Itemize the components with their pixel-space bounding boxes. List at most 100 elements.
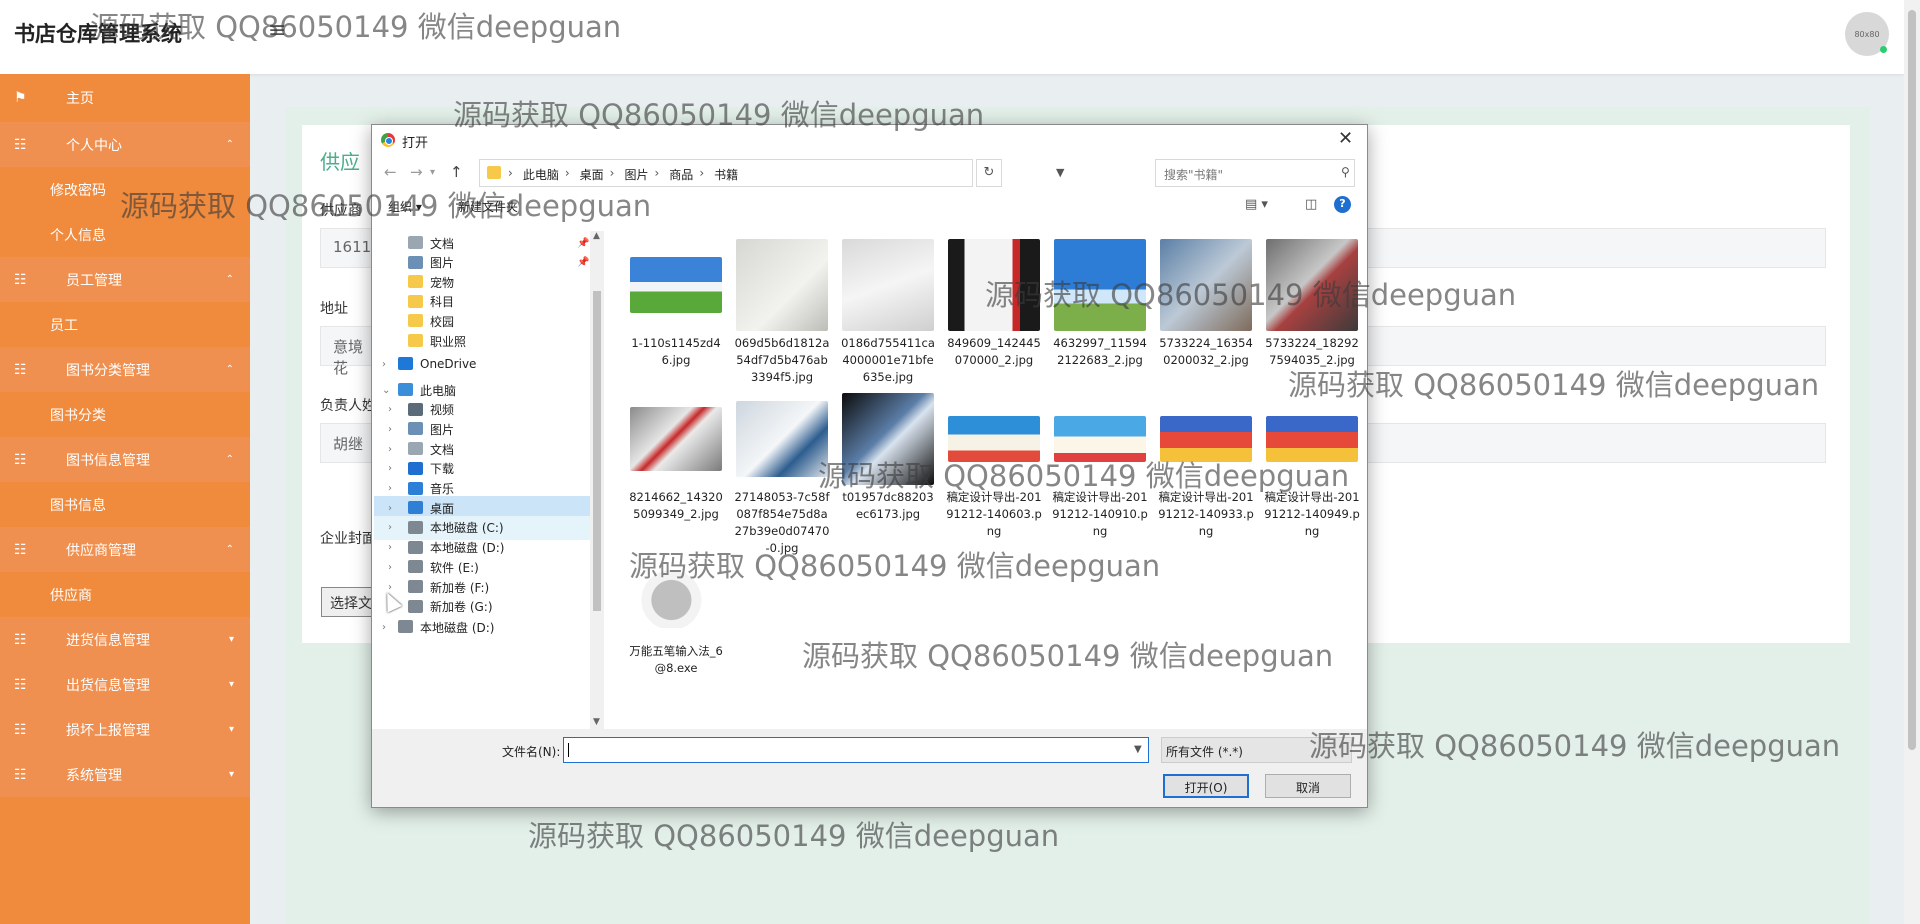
new-folder-button[interactable]: 新建文件夹	[458, 198, 518, 215]
nav-tree-label: OneDrive	[420, 357, 477, 371]
close-icon[interactable]: ✕	[1338, 128, 1353, 149]
chevron-down-icon[interactable]: ⌄	[382, 385, 390, 396]
sidebar-group-label: 供应商管理	[66, 542, 136, 559]
nav-tree-label: 视频	[430, 403, 455, 418]
image-thumbnail	[736, 239, 828, 331]
breadcrumb-item[interactable]: 此电脑	[523, 166, 559, 183]
nav-tree-item[interactable]: › 本地磁盘 (D:)	[374, 615, 592, 639]
chevron-right-icon[interactable]: ›	[388, 444, 392, 455]
search-input[interactable]: 搜索"书籍" ⚲	[1155, 159, 1355, 187]
file-tile[interactable]: 5733224_163540200032_2.jpg	[1156, 239, 1256, 369]
chevron-right-icon: ›	[609, 166, 615, 180]
file-tile[interactable]: 27148053-7c58f087f854e75d8a27b39e0d07470…	[732, 393, 832, 557]
file-tile[interactable]: 1-110s1145zd46.jpg	[626, 239, 726, 369]
chevron-down-icon[interactable]: ▼	[1056, 166, 1064, 179]
picture-icon	[408, 255, 423, 269]
file-tile[interactable]: 稿定设计导出-20191212-140949.png	[1262, 393, 1362, 540]
file-tile[interactable]: 4632997_115942122683_2.jpg	[1050, 239, 1150, 369]
file-tile[interactable]: 069d5b6d1812a54df7d5b476ab3394f5.jpg	[732, 239, 832, 386]
drive-icon	[408, 580, 423, 593]
folder-icon	[408, 334, 423, 347]
file-tile[interactable]: 5733224_182927594035_2.jpg	[1262, 239, 1362, 369]
sidebar-subitem[interactable]: 个人信息	[0, 212, 250, 257]
chevron-right-icon[interactable]: ›	[388, 542, 392, 553]
sidebar-group-3[interactable]: ☷ 图书信息管理 ⌃	[0, 437, 250, 482]
file-tile[interactable]: 稿定设计导出-20191212-140933.png	[1156, 393, 1256, 540]
file-type-select[interactable]: 所有文件 (*.*)	[1161, 737, 1352, 763]
file-tile[interactable]: 0186d755411ca4000001e71bfe635e.jpg	[838, 239, 938, 386]
open-button[interactable]: 打开(O)	[1163, 774, 1249, 798]
sidebar-group-7[interactable]: ☷ 损坏上报管理 ▾	[0, 707, 250, 752]
breadcrumb-item[interactable]: 桌面	[580, 166, 604, 183]
chevron-right-icon[interactable]: ›	[388, 562, 392, 573]
up-arrow-icon[interactable]: ↑	[450, 163, 463, 181]
organize-button[interactable]: 组织 ▾	[388, 198, 422, 215]
chevron-right-icon[interactable]: ›	[388, 503, 392, 514]
file-tile[interactable]: t01957dc88203ec6173.jpg	[838, 393, 938, 523]
pin-icon[interactable]: 📌	[577, 257, 589, 268]
breadcrumb-item[interactable]: 书籍	[714, 166, 738, 183]
recent-dropdown-icon[interactable]: ▾	[430, 167, 435, 178]
file-thumbnail	[736, 393, 828, 485]
sidebar-group-0[interactable]: ☷ 个人中心 ⌃	[0, 122, 250, 167]
nav-tree-item[interactable]: 职业照	[374, 329, 592, 353]
sidebar-group-2[interactable]: ☷ 图书分类管理 ⌃	[0, 347, 250, 392]
sidebar-subitem[interactable]: 图书分类	[0, 392, 250, 437]
breadcrumb-item[interactable]: 图片	[624, 166, 648, 183]
help-icon[interactable]: ?	[1334, 196, 1351, 213]
pin-icon[interactable]: 📌	[577, 238, 589, 249]
file-name: 1-110s1145zd46.jpg	[631, 336, 721, 367]
form-field-right-2[interactable]	[1360, 326, 1826, 366]
file-thumbnail	[948, 393, 1040, 485]
cancel-button[interactable]: 取消	[1265, 774, 1351, 798]
chevron-right-icon[interactable]: ›	[388, 522, 392, 533]
sidebar-subitem[interactable]: 员工	[0, 302, 250, 347]
grid-icon: ☷	[14, 451, 27, 468]
breadcrumb-item[interactable]: 商品	[669, 166, 693, 183]
scroll-thumb[interactable]	[593, 291, 601, 611]
file-thumbnail	[1054, 239, 1146, 331]
forward-arrow-icon[interactable]: →	[410, 163, 423, 181]
file-name: 5733224_182927594035_2.jpg	[1265, 336, 1359, 367]
view-options-icon[interactable]: ▤ ▾	[1245, 197, 1268, 212]
chevron-right-icon[interactable]: ›	[382, 359, 386, 370]
sidebar-group-4[interactable]: ☷ 供应商管理 ⌃	[0, 527, 250, 572]
nav-tree-item[interactable]: › OneDrive	[374, 352, 592, 376]
chevron-right-icon[interactable]: ›	[388, 404, 392, 415]
image-thumbnail	[1266, 239, 1358, 331]
sidebar-group-1[interactable]: ☷ 员工管理 ⌃	[0, 257, 250, 302]
file-tile[interactable]: 稿定设计导出-20191212-140603.png	[944, 393, 1044, 540]
sidebar-item-home[interactable]: ⚑ 主页	[0, 74, 250, 122]
sidebar-group-5[interactable]: ☷ 进货信息管理 ▾	[0, 617, 250, 662]
chevron-right-icon[interactable]: ›	[388, 424, 392, 435]
sidebar-subitem[interactable]: 图书信息	[0, 482, 250, 527]
form-field-right-1[interactable]	[1360, 228, 1826, 268]
nav-scrollbar[interactable]: ▲ ▼	[590, 231, 604, 729]
form-field-right-3[interactable]	[1360, 423, 1826, 463]
scroll-down-icon[interactable]: ▼	[593, 717, 600, 727]
file-tile[interactable]: 8214662_143205099349_2.jpg	[626, 393, 726, 523]
address-bar[interactable]: › 此电脑 › 桌面 › 图片 › 商品 › 书籍 ▼	[479, 159, 1064, 187]
page-scroll-thumb[interactable]	[1908, 10, 1916, 750]
file-tile[interactable]: 稿定设计导出-20191212-140910.png	[1050, 393, 1150, 540]
sidebar-subitem[interactable]: 供应商	[0, 572, 250, 617]
sidebar-subitem[interactable]: 修改密码	[0, 167, 250, 212]
chevron-right-icon[interactable]: ›	[388, 483, 392, 494]
grid-icon: ☷	[14, 361, 27, 378]
chevron-down-icon[interactable]: ▼	[1134, 744, 1142, 755]
navigation-pane: 文档 📌 图片 📌 宠物 科目 校园 职业照 › OneDrive ⌄ 此电脑 › 视频 › 图片 › 文档 › 下载…	[374, 231, 594, 729]
refresh-icon[interactable]: ↻	[976, 159, 1002, 187]
menu-toggle-icon[interactable]: ≡	[268, 18, 286, 43]
page-scrollbar[interactable]	[1904, 0, 1920, 924]
filename-input[interactable]: ▼	[563, 737, 1149, 763]
scroll-up-icon[interactable]: ▲	[593, 231, 600, 241]
file-tile[interactable]: 849609_142445070000_2.jpg	[944, 239, 1044, 369]
back-arrow-icon[interactable]: ←	[384, 163, 397, 181]
image-thumbnail	[842, 393, 934, 485]
chevron-right-icon[interactable]: ›	[382, 622, 386, 633]
sidebar-group-6[interactable]: ☷ 出货信息管理 ▾	[0, 662, 250, 707]
preview-pane-icon[interactable]: ◫	[1305, 197, 1317, 212]
sidebar-group-8[interactable]: ☷ 系统管理 ▾	[0, 752, 250, 797]
file-tile[interactable]: 万能五笔输入法_6@8.exe	[626, 547, 726, 677]
chevron-right-icon[interactable]: ›	[388, 463, 392, 474]
